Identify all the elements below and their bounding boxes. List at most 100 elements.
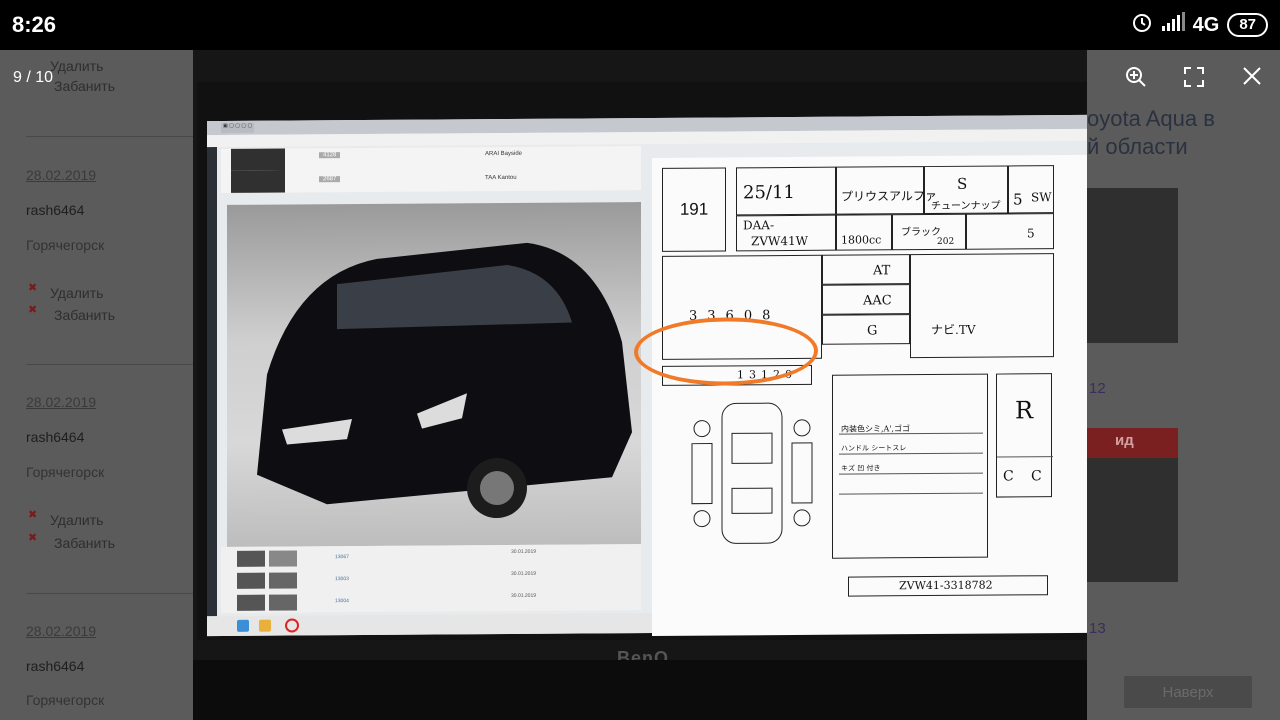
lot-list: 4128 ARAI Bayside 2687 TAA Kantou <box>221 146 641 193</box>
model-code-cell: DAA- ZVW41W <box>736 214 836 252</box>
year: 25/11 <box>743 181 795 204</box>
car-diagram <box>691 402 813 544</box>
browser-tab: ▣ ▢ ▢ ▢ ▢ <box>221 122 255 133</box>
lot-info: TAA Kantou <box>485 174 517 182</box>
doors-cell: 5 SW <box>1008 165 1054 214</box>
lot-thumb <box>231 148 285 171</box>
taskbar-icon <box>237 619 249 632</box>
browser-sidebar <box>207 147 217 637</box>
status-icons: 4G 87 <box>1131 11 1268 39</box>
comment-city: Горячегорск <box>26 464 105 480</box>
capacity-cell: 5 <box>966 213 1054 250</box>
thumb <box>269 572 297 589</box>
related-badge: ид <box>1115 432 1134 449</box>
network-type: 4G <box>1192 13 1220 36</box>
capacity: 5 <box>1027 226 1035 241</box>
grade-cell: S チューンナップ <box>924 165 1008 215</box>
ban-link[interactable]: Забанить <box>54 307 115 323</box>
comment-user[interactable]: rash6464 <box>26 202 84 218</box>
zoom-in-icon[interactable] <box>1124 66 1148 90</box>
ban-link[interactable]: Забанить <box>54 535 115 551</box>
thumb <box>269 594 297 611</box>
thumb <box>237 572 265 589</box>
fuel: G <box>867 323 878 339</box>
related-column: oyota Aqua в й области 12 ид 13 <box>1087 50 1280 720</box>
related-title-line2[interactable]: й области <box>1087 134 1188 160</box>
related-count: 13 <box>1089 620 1106 637</box>
options-cell: ナビ.TV <box>910 253 1054 359</box>
score-interior: R <box>1015 396 1034 425</box>
score-block: R C C <box>996 373 1053 498</box>
model-name: プリウスアルファ <box>841 188 937 204</box>
report-note: 内装色シミ,A',ゴゴ <box>841 424 911 434</box>
scroll-top-button[interactable]: Наверх <box>1124 676 1252 708</box>
displacement-cell: 1800cc <box>836 214 892 251</box>
air-conditioning: AAC <box>863 293 892 309</box>
report-note: ハンドル シートスレ <box>841 444 907 453</box>
ban-icon: ✖ <box>28 304 38 316</box>
desk <box>193 660 1087 720</box>
related-title-line1[interactable]: oyota Aqua в <box>1087 106 1215 132</box>
related-thumbnail[interactable] <box>1087 188 1178 343</box>
shift-cell: AT <box>822 254 910 285</box>
thumb <box>237 594 265 611</box>
comments-column: Удалить Забанить 28.02.2019 rash6464 Гор… <box>0 50 193 720</box>
viewer-photo[interactable]: ▣ ▢ ▢ ▢ ▢ 4128 ARAI Bayside 2687 TAA Kan… <box>193 50 1087 720</box>
comment-city: Горячегорск <box>26 237 105 253</box>
thumb-date: 30.01.2019 <box>511 592 537 599</box>
grade: S <box>957 174 968 193</box>
monitor-screen: ▣ ▢ ▢ ▢ ▢ 4128 ARAI Bayside 2687 TAA Kan… <box>207 114 1087 637</box>
lot-number: 191 <box>662 167 726 252</box>
score-exterior: C <box>1003 468 1014 485</box>
related-count: 12 <box>1089 380 1106 397</box>
rule <box>997 456 1053 458</box>
lot-id: 2687 <box>319 176 341 183</box>
lot-id: 4128 <box>319 152 341 159</box>
thumb-id: 13067 <box>335 554 349 561</box>
grade-sub: チューンナップ <box>931 200 1001 213</box>
fullscreen-icon[interactable] <box>1182 66 1206 90</box>
related-thumbnail[interactable] <box>1087 458 1178 582</box>
opera-icon <box>285 618 299 633</box>
score-exterior: C <box>1031 468 1042 485</box>
thumb-id: 13003 <box>335 576 349 583</box>
car-photo <box>227 202 641 547</box>
body-type: SW <box>1031 190 1052 205</box>
delete-link[interactable]: Удалить <box>50 512 103 528</box>
related-badge-bar: ид <box>1087 428 1178 458</box>
report-block: 内装色シミ,A',ゴゴ ハンドル シートスレ キズ 凹 付き <box>832 373 988 559</box>
signal-icon <box>1161 12 1185 38</box>
color-cell: ブラック 202 <box>892 213 966 251</box>
displacement: 1800cc <box>841 233 882 247</box>
status-bar: 8:26 4G 87 <box>0 0 1280 50</box>
thumb <box>237 550 265 567</box>
image-counter: 9 / 10 <box>13 69 54 86</box>
close-icon[interactable] <box>1240 66 1264 90</box>
ac-cell: AAC <box>822 284 910 315</box>
divider <box>26 364 193 365</box>
comment-date[interactable]: 28.02.2019 <box>26 394 96 410</box>
frame-number-cell: ZVW41-3318782 <box>848 575 1048 597</box>
auction-sheet: 191 25/11 プリウスアルファ S チューンナップ 5 SW DAA- Z… <box>652 154 1087 636</box>
delete-icon: ✖ <box>28 282 38 294</box>
comment-date[interactable]: 28.02.2019 <box>26 167 96 183</box>
lot-thumb <box>231 170 285 193</box>
comment-date[interactable]: 28.02.2019 <box>26 623 96 639</box>
clock: 8:26 <box>12 12 57 37</box>
rule <box>839 492 983 495</box>
frame-number: ZVW41-3318782 <box>899 578 993 593</box>
thumb-list: 13067 30.01.2019 13003 30.01.2019 13004 … <box>221 544 641 613</box>
delete-icon: ✖ <box>28 509 38 521</box>
fuel-cell: G <box>822 314 910 345</box>
delete-link[interactable]: Удалить <box>50 285 103 301</box>
options: ナビ.TV <box>931 322 976 338</box>
comment-city: Горячегорск <box>26 692 105 708</box>
comment-user[interactable]: rash6464 <box>26 429 84 445</box>
model-name-cell: プリウスアルファ <box>836 166 937 215</box>
comment-user[interactable]: rash6464 <box>26 658 84 674</box>
lot-info: ARAI Bayside <box>485 150 523 158</box>
thumb <box>269 550 297 567</box>
car-shape <box>257 242 632 519</box>
model-code: DAA- <box>743 218 775 233</box>
shift: AT <box>873 263 891 279</box>
